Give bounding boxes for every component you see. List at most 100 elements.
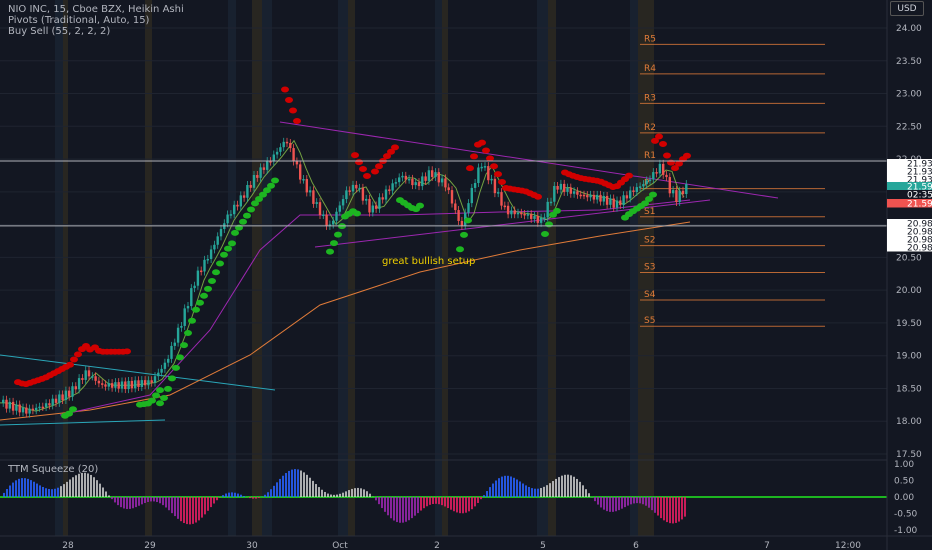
candle-body [351,184,355,192]
sell-marker [470,153,478,160]
squeeze-bar [210,497,212,508]
squeeze-bar [402,497,404,523]
candle-body [473,183,477,188]
candle-body [506,205,510,215]
squeeze-bar [543,486,545,497]
squeeze-bar [672,497,674,524]
pivot-label: S3 [644,262,655,272]
candle-body [516,212,520,215]
squeeze-bar [669,497,671,524]
squeeze-bar [216,497,218,501]
squeeze-bar [345,491,347,497]
squeeze-bar [642,497,644,505]
squeeze-bar [480,497,482,500]
candle-body [64,390,68,401]
squeeze-bar [177,497,179,519]
sell-marker [486,155,494,162]
squeeze-bar [627,497,629,506]
squeeze-bar [675,497,677,523]
price-label-text: 20.98 [907,244,932,254]
candle-body [160,368,163,373]
candle-body [252,175,256,188]
buy-marker [192,306,200,313]
squeeze-bar [285,473,287,497]
candle-body [401,175,404,178]
candle-body [625,195,629,199]
squeeze-bar [558,477,560,497]
candle-body [539,217,543,223]
candle-body [424,176,427,181]
buysell-legend[interactable]: Buy Sell (55, 2, 2, 2) [8,26,110,38]
candle-body [15,404,18,411]
squeeze-bar [621,497,623,509]
pivot-label: S4 [644,290,656,300]
squeeze-bar [132,497,134,509]
squeeze-bar [183,497,185,523]
candle-body [365,198,368,201]
candle-body [134,380,137,389]
squeeze-bar [414,497,416,516]
squeeze-bar [312,480,314,497]
squeeze-bar [384,497,386,512]
buy-marker [200,292,208,299]
session-bands [55,0,654,536]
currency-button[interactable]: USD [890,1,924,16]
buy-marker [152,392,160,399]
candle-body [117,382,120,389]
squeeze-bar [525,485,527,497]
squeeze-bar [486,491,488,497]
sell-marker [466,165,474,172]
squeeze-bar [483,495,485,497]
candle-body [332,220,335,225]
candle-body [460,220,464,226]
buy-marker [416,202,424,209]
pivot-label: R2 [644,123,656,133]
price-chart[interactable]: R5R4R3R2R1PS1S2S3S4S5 24.0023.5023.0022.… [0,0,932,550]
candle-body [242,195,246,198]
squeeze-tick-label: -0.50 [894,510,918,520]
buy-marker [228,240,236,247]
candle-body [648,179,652,181]
candle-body [302,179,305,181]
squeeze-bar [192,497,194,524]
candle-body [582,194,586,197]
candle-body [398,177,401,183]
candle-body [477,167,480,184]
squeeze-bar [477,497,479,503]
squeeze-bar [576,478,578,497]
squeeze-bar [6,489,8,497]
squeeze-bar [294,469,296,497]
candle-body [18,404,21,413]
squeeze-bar [36,483,38,497]
squeeze-bar [552,481,554,497]
squeeze-bar [162,497,164,506]
squeeze-bar [369,493,371,497]
candle-body [355,184,358,189]
candle-body [127,380,130,390]
candle-body [206,258,209,261]
squeeze-bar [45,488,47,497]
pivot-label: S1 [644,207,655,217]
candle-body [497,192,500,194]
squeeze-bar [204,497,206,515]
candle-body [431,170,434,177]
candle-body [11,401,15,411]
buy-marker [148,397,156,404]
candle-body [437,172,440,183]
squeeze-bar [420,497,422,511]
candle-body [622,195,625,205]
candle-body [143,380,147,386]
squeeze-bar [264,494,266,497]
candle-body [246,185,249,198]
candle-body [124,381,127,390]
candle-body [615,200,619,208]
buy-marker [267,182,275,189]
candle-body [54,398,58,403]
squeeze-legend[interactable]: TTM Squeeze (20) [8,464,98,476]
pivot-levels: R5R4R3R2R1PS1S2S3S4S5 [640,34,825,327]
candle-body [662,163,665,175]
squeeze-bar [111,497,113,500]
candle-body [503,205,506,208]
candle-body [579,194,582,197]
price-tick-label: 20.50 [896,253,922,263]
